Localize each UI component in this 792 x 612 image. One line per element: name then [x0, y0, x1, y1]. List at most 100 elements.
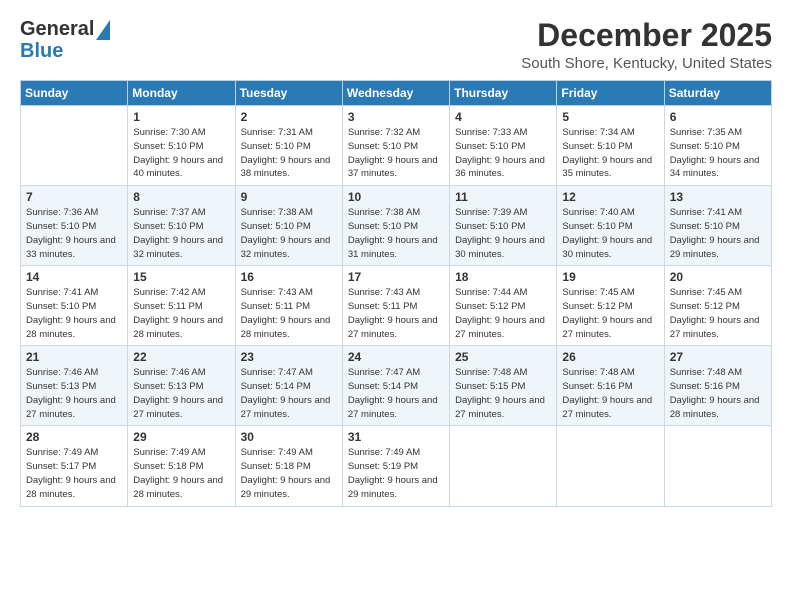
calendar-cell: 25 Sunrise: 7:48 AMSunset: 5:15 PMDayligh… — [450, 346, 557, 426]
day-number: 6 — [670, 110, 766, 124]
day-number: 22 — [133, 350, 229, 364]
day-info: Sunrise: 7:32 AMSunset: 5:10 PMDaylight:… — [348, 126, 444, 181]
calendar-cell: 3Sunrise: 7:32 AMSunset: 5:10 PMDaylight… — [342, 106, 449, 186]
title-block: December 2025 South Shore, Kentucky, Uni… — [521, 18, 772, 72]
calendar-cell: 1Sunrise: 7:30 AMSunset: 5:10 PMDaylight… — [128, 106, 235, 186]
day-number: 2 — [241, 110, 337, 124]
calendar-cell — [21, 106, 128, 186]
day-info: Sunrise: 7:37 AMSunset: 5:10 PMDaylight:… — [133, 206, 229, 261]
day-info: Sunrise: 7:49 AMSunset: 5:18 PMDaylight:… — [133, 446, 229, 501]
day-info: Sunrise: 7:35 AMSunset: 5:10 PMDaylight:… — [670, 126, 766, 181]
calendar-cell: 27 Sunrise: 7:48 AMSunset: 5:16 PMDayligh… — [664, 346, 771, 426]
calendar-cell: 18Sunrise: 7:44 AMSunset: 5:12 PMDayligh… — [450, 266, 557, 346]
day-number: 17 — [348, 270, 444, 284]
day-info: Sunrise: 7:49 AMSunset: 5:18 PMDaylight:… — [241, 446, 337, 501]
weekday-header-row: Sunday Monday Tuesday Wednesday Thursday… — [21, 81, 772, 106]
day-number: 4 — [455, 110, 551, 124]
calendar: Sunday Monday Tuesday Wednesday Thursday… — [20, 80, 772, 506]
day-number: 31 — [348, 430, 444, 444]
page: General Blue December 2025 South Shore, … — [0, 0, 792, 612]
logo-blue: Blue — [20, 41, 63, 61]
calendar-cell: 13 Sunrise: 7:41 AMSunset: 5:10 PMDayligh… — [664, 186, 771, 266]
day-info: Sunrise: 7:40 AMSunset: 5:10 PMDaylight:… — [562, 206, 658, 261]
calendar-cell: 29 Sunrise: 7:49 AMSunset: 5:18 PMDayligh… — [128, 426, 235, 506]
day-info: Sunrise: 7:30 AMSunset: 5:10 PMDaylight:… — [133, 126, 229, 181]
day-info: Sunrise: 7:42 AMSunset: 5:11 PMDaylight:… — [133, 286, 229, 341]
calendar-cell: 11 Sunrise: 7:39 AMSunset: 5:10 PMDayligh… — [450, 186, 557, 266]
calendar-week-1: 1Sunrise: 7:30 AMSunset: 5:10 PMDaylight… — [21, 106, 772, 186]
calendar-cell: 31Sunrise: 7:49 AMSunset: 5:19 PMDayligh… — [342, 426, 449, 506]
day-number: 16 — [241, 270, 337, 284]
day-number: 25 — [455, 350, 551, 364]
calendar-cell: 22 Sunrise: 7:46 AMSunset: 5:13 PMDayligh… — [128, 346, 235, 426]
calendar-cell: 7Sunrise: 7:36 AMSunset: 5:10 PMDaylight… — [21, 186, 128, 266]
day-number: 21 — [26, 350, 122, 364]
day-info: Sunrise: 7:43 AMSunset: 5:11 PMDaylight:… — [241, 286, 337, 341]
day-number: 28 — [26, 430, 122, 444]
day-info: Sunrise: 7:41 AMSunset: 5:10 PMDaylight:… — [670, 206, 766, 261]
calendar-week-4: 21 Sunrise: 7:46 AMSunset: 5:13 PMDayligh… — [21, 346, 772, 426]
day-number: 11 — [455, 190, 551, 204]
day-info: Sunrise: 7:41 AMSunset: 5:10 PMDaylight:… — [26, 286, 122, 341]
day-number: 19 — [562, 270, 658, 284]
calendar-cell: 24Sunrise: 7:47 AMSunset: 5:14 PMDayligh… — [342, 346, 449, 426]
day-info: Sunrise: 7:48 AMSunset: 5:15 PMDaylight:… — [455, 366, 551, 421]
day-info: Sunrise: 7:46 AMSunset: 5:13 PMDaylight:… — [133, 366, 229, 421]
header-thursday: Thursday — [450, 81, 557, 106]
calendar-cell: 20 Sunrise: 7:45 AMSunset: 5:12 PMDayligh… — [664, 266, 771, 346]
day-info: Sunrise: 7:33 AMSunset: 5:10 PMDaylight:… — [455, 126, 551, 181]
day-number: 20 — [670, 270, 766, 284]
day-number: 26 — [562, 350, 658, 364]
calendar-cell: 2Sunrise: 7:31 AMSunset: 5:10 PMDaylight… — [235, 106, 342, 186]
day-info: Sunrise: 7:39 AMSunset: 5:10 PMDaylight:… — [455, 206, 551, 261]
calendar-cell: 28 Sunrise: 7:49 AMSunset: 5:17 PMDayligh… — [21, 426, 128, 506]
day-info: Sunrise: 7:48 AMSunset: 5:16 PMDaylight:… — [562, 366, 658, 421]
day-number: 14 — [26, 270, 122, 284]
calendar-cell: 4 Sunrise: 7:33 AMSunset: 5:10 PMDaylight… — [450, 106, 557, 186]
day-number: 8 — [133, 190, 229, 204]
calendar-cell — [664, 426, 771, 506]
day-info: Sunrise: 7:46 AMSunset: 5:13 PMDaylight:… — [26, 366, 122, 421]
header: General Blue December 2025 South Shore, … — [20, 18, 772, 72]
header-monday: Monday — [128, 81, 235, 106]
day-number: 23 — [241, 350, 337, 364]
day-number: 29 — [133, 430, 229, 444]
calendar-week-5: 28 Sunrise: 7:49 AMSunset: 5:17 PMDayligh… — [21, 426, 772, 506]
calendar-cell: 6 Sunrise: 7:35 AMSunset: 5:10 PMDaylight… — [664, 106, 771, 186]
header-saturday: Saturday — [664, 81, 771, 106]
day-number: 12 — [562, 190, 658, 204]
day-info: Sunrise: 7:48 AMSunset: 5:16 PMDaylight:… — [670, 366, 766, 421]
calendar-cell: 21 Sunrise: 7:46 AMSunset: 5:13 PMDayligh… — [21, 346, 128, 426]
day-info: Sunrise: 7:45 AMSunset: 5:12 PMDaylight:… — [670, 286, 766, 341]
calendar-cell: 15Sunrise: 7:42 AMSunset: 5:11 PMDayligh… — [128, 266, 235, 346]
day-number: 18 — [455, 270, 551, 284]
calendar-cell: 19 Sunrise: 7:45 AMSunset: 5:12 PMDayligh… — [557, 266, 664, 346]
day-info: Sunrise: 7:49 AMSunset: 5:17 PMDaylight:… — [26, 446, 122, 501]
header-friday: Friday — [557, 81, 664, 106]
calendar-cell: 12 Sunrise: 7:40 AMSunset: 5:10 PMDayligh… — [557, 186, 664, 266]
calendar-cell: 14 Sunrise: 7:41 AMSunset: 5:10 PMDayligh… — [21, 266, 128, 346]
day-number: 10 — [348, 190, 444, 204]
day-info: Sunrise: 7:45 AMSunset: 5:12 PMDaylight:… — [562, 286, 658, 341]
calendar-cell: 8 Sunrise: 7:37 AMSunset: 5:10 PMDaylight… — [128, 186, 235, 266]
day-info: Sunrise: 7:47 AMSunset: 5:14 PMDaylight:… — [241, 366, 337, 421]
calendar-week-3: 14 Sunrise: 7:41 AMSunset: 5:10 PMDayligh… — [21, 266, 772, 346]
logo-general: General — [20, 18, 94, 41]
day-number: 13 — [670, 190, 766, 204]
calendar-cell: 23 Sunrise: 7:47 AMSunset: 5:14 PMDayligh… — [235, 346, 342, 426]
header-wednesday: Wednesday — [342, 81, 449, 106]
calendar-cell: 17Sunrise: 7:43 AMSunset: 5:11 PMDayligh… — [342, 266, 449, 346]
calendar-cell — [557, 426, 664, 506]
logo-triangle-icon — [96, 20, 110, 40]
calendar-week-2: 7Sunrise: 7:36 AMSunset: 5:10 PMDaylight… — [21, 186, 772, 266]
day-info: Sunrise: 7:38 AMSunset: 5:10 PMDaylight:… — [241, 206, 337, 261]
day-info: Sunrise: 7:34 AMSunset: 5:10 PMDaylight:… — [562, 126, 658, 181]
calendar-cell: 16 Sunrise: 7:43 AMSunset: 5:11 PMDayligh… — [235, 266, 342, 346]
subtitle: South Shore, Kentucky, United States — [521, 55, 772, 72]
header-sunday: Sunday — [21, 81, 128, 106]
day-number: 9 — [241, 190, 337, 204]
day-number: 27 — [670, 350, 766, 364]
day-number: 5 — [562, 110, 658, 124]
day-number: 30 — [241, 430, 337, 444]
header-tuesday: Tuesday — [235, 81, 342, 106]
